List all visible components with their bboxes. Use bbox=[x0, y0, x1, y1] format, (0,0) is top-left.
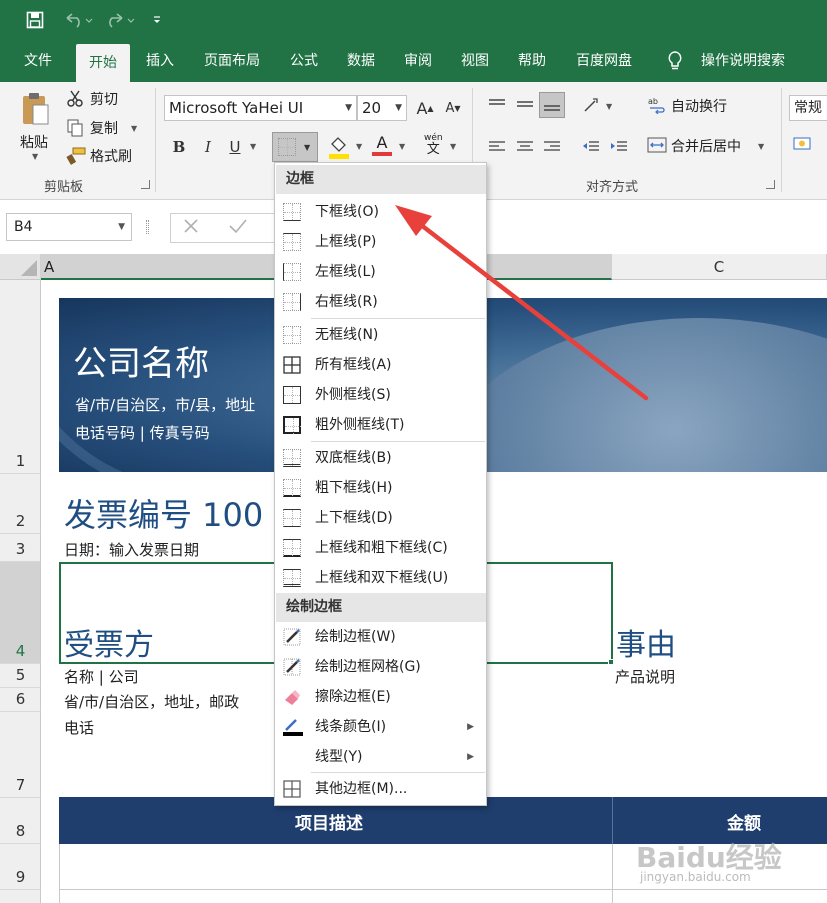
annotation-arrow bbox=[395, 205, 649, 401]
baidu-watermark-url: jingyan.baidu.com bbox=[640, 870, 751, 884]
